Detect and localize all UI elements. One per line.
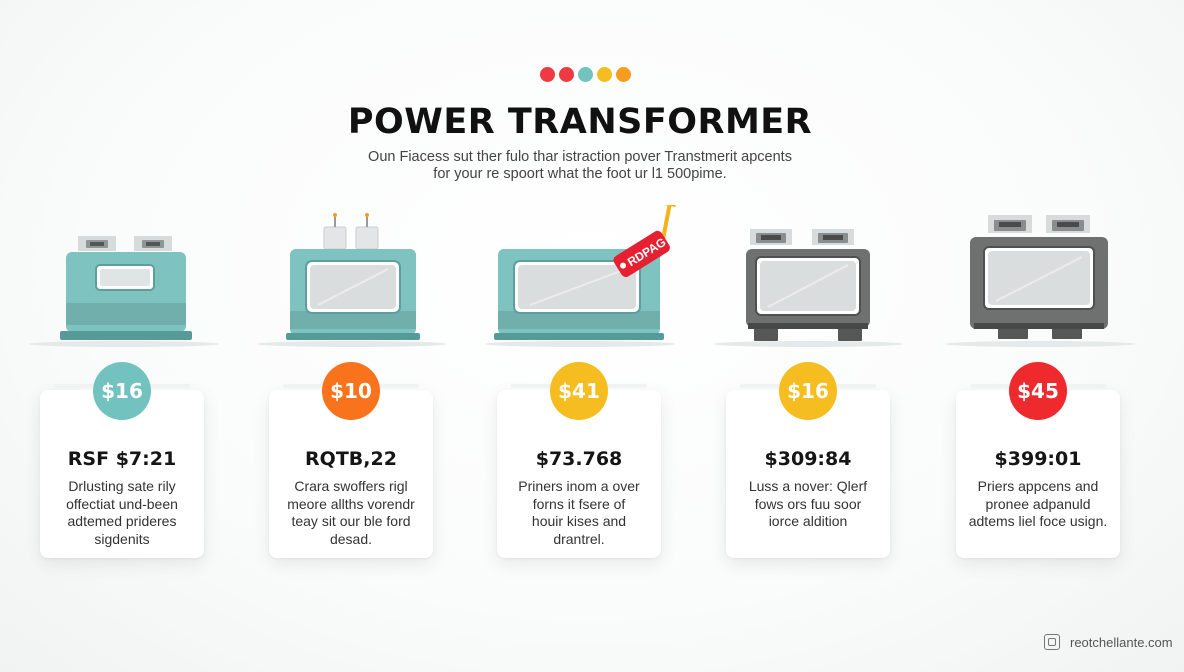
card-description: Priners inom a over forns it fsere of ho… [503, 478, 655, 548]
card-description-line: offectiat und-been [66, 495, 178, 512]
page-title: POWER TRANSFORMER [347, 102, 813, 142]
card-description: Drlusting sate rily offectiat und-been a… [46, 478, 198, 548]
price-badge: $10 [322, 362, 380, 420]
product-4-image [708, 205, 908, 350]
price-card-2: $10 RQTB,22 Crara swoffers rigl meore al… [269, 362, 433, 558]
price-card-4: $16 $309:84 Luss a nover: Qlerf fows ors… [726, 362, 890, 558]
price-badge: $41 [550, 362, 608, 420]
watermark-text: reotchellante.com [1070, 634, 1173, 650]
dot-1 [540, 67, 555, 82]
card-description-line: adtemed prideres [67, 513, 177, 529]
card-price: RSF $7:21 [67, 448, 177, 470]
subtitle-line-1: Oun Fiacess sut ther fulo thar istractio… [368, 149, 792, 165]
card-description-line: desad. [329, 530, 373, 547]
watermark: reotchellante.com [1044, 634, 1173, 650]
card-description-line: Crara swoffers rigl [294, 478, 408, 494]
stamp-icon [1044, 634, 1060, 650]
product-2-image [252, 205, 452, 350]
card-description-line: Drlusting sate rily [68, 478, 176, 494]
price-card-1: $16 RSF $7:21 Drlusting sate rily offect… [40, 362, 204, 558]
product-5-image [940, 205, 1140, 350]
card-description-line: sigdenits [94, 530, 150, 547]
product-1-image [24, 205, 224, 350]
dot-2 [559, 67, 574, 82]
card-description-line: Priers appcens and [977, 478, 1099, 494]
card-price: $399:01 [994, 448, 1082, 470]
teal-transformer-bushings-icon [257, 213, 447, 347]
card-description-line: forns it fsere of [532, 495, 626, 512]
dot-3 [578, 67, 593, 82]
card-price: RQTB,22 [305, 448, 397, 470]
card-description-line: teay sit our ble ford [291, 513, 411, 529]
card-description-line: meore allths vorendr [287, 495, 415, 512]
subtitle-line-2: for your re spoort what the foot ur l1 5… [433, 166, 727, 182]
card-description-line: drantrel. [553, 530, 605, 547]
dot-5 [616, 67, 631, 82]
card-description-line: fows ors fuu soor [754, 495, 862, 512]
price-badge: $16 [779, 362, 837, 420]
card-description-line: houir kises and [531, 513, 627, 529]
card-description: Luss a nover: Qlerf fows ors fuu soor io… [732, 478, 884, 531]
gray-transformer-large-icon [945, 215, 1135, 347]
card-description: Crara swoffers rigl meore allths vorendr… [275, 478, 427, 548]
product-3-image: RDPAG [480, 205, 680, 350]
card-description-line: adtems liel foce usign. [968, 513, 1108, 529]
card-description-line: Luss a nover: Qlerf [748, 478, 868, 494]
teal-transformer-tag-icon: RDPAG [485, 205, 676, 347]
price-card-3: $41 $73.768 Priners inom a over forns it… [497, 362, 661, 558]
color-dots [540, 67, 631, 82]
gray-transformer-icon [713, 229, 903, 347]
card-description-line: iorce aldition [768, 513, 848, 529]
card-description-line: Priners inom a over [518, 478, 640, 494]
page-subtitle: Oun Fiacess sut ther fulo thar istractio… [0, 149, 1160, 183]
price-badge: $45 [1009, 362, 1067, 420]
card-price: $73.768 [535, 448, 623, 470]
card-description: Priers appcens and pronee adpanuld adtem… [962, 478, 1114, 531]
card-description-line: pronee adpanuld [985, 495, 1091, 512]
dot-4 [597, 67, 612, 82]
price-badge: $16 [93, 362, 151, 420]
teal-transformer-icon [29, 236, 219, 347]
card-price: $309:84 [764, 448, 852, 470]
price-card-5: $45 $399:01 Priers appcens and pronee ad… [956, 362, 1120, 558]
